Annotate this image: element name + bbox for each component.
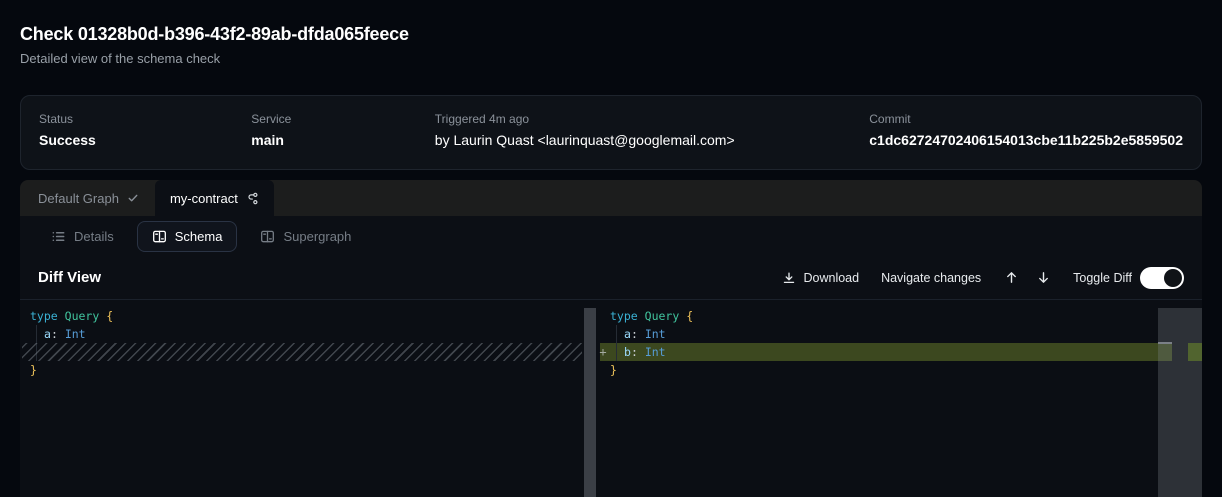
token-colon: : [631,327,638,341]
token-colon: : [51,327,58,341]
check-summary-card: Status Success Service main Triggered 4m… [20,95,1202,170]
toggle-diff-label: Toggle Diff [1073,271,1132,285]
page-header: Check 01328b0d-b396-43f2-89ab-dfda065fee… [20,22,409,66]
page-title: Check 01328b0d-b396-43f2-89ab-dfda065fee… [20,22,409,46]
graph-tabbar: Default Graph my-contract [20,180,1202,216]
token-field: a [44,327,51,341]
diff-header: Diff View Download Navigate changes Togg… [20,256,1202,300]
code-line-added: b: Int [600,343,1202,361]
check-icon [127,192,139,204]
graph-tab-default-label: Default Graph [38,191,119,206]
diff-pane-after[interactable]: type Query { a: Int b: Int } [600,300,1202,497]
tab-details[interactable]: Details [38,221,127,252]
tab-details-label: Details [74,229,114,244]
commit-label: Commit [869,111,1183,127]
token-field: a [624,327,631,341]
ruler-thumb-line [1158,342,1172,344]
token-keyword: type [30,309,58,323]
service-label: Service [251,111,435,127]
token-brace-open: { [686,309,693,323]
triggered-value: by Laurin Quast <laurinquast@googlemail.… [435,131,869,149]
code-line: type Query { [20,307,596,325]
code-line: type Query { [600,307,1202,325]
summary-triggered: Triggered 4m ago by Laurin Quast <laurin… [435,111,869,149]
columns-icon [152,229,167,244]
token-scalar: Int [65,327,86,341]
summary-service: Service main [251,111,435,149]
code-line: a: Int [600,325,1202,343]
graph-tab-contract[interactable]: my-contract [155,180,274,216]
arrow-down-icon [1036,270,1051,285]
summary-status: Status Success [39,111,251,149]
added-change-marker [1188,343,1202,361]
commit-value: c1dc62724702406154013cbe11b225b2e5859502 [869,131,1183,149]
schema-diff-editor: type Query { a: Int } + type Query { a: … [20,300,1202,497]
service-value: main [251,131,435,149]
diff-placeholder-hatch [22,343,582,361]
scrollbar[interactable] [584,308,596,497]
tab-schema-label: Schema [175,229,223,244]
added-line-plus-sign: + [596,343,610,361]
graph-tab-default[interactable]: Default Graph [20,180,155,216]
diff-view-heading: Diff View [38,269,101,286]
navigate-changes-label: Navigate changes [881,271,981,285]
page-subtitle: Detailed view of the schema check [20,51,409,66]
token-colon: : [631,345,638,359]
toggle-thumb [1164,269,1182,287]
summary-commit: Commit c1dc62724702406154013cbe11b225b2e… [869,111,1183,149]
tab-schema[interactable]: Schema [137,221,238,252]
view-tabs: Details Schema Supergraph [20,216,1202,256]
token-brace-close: } [610,363,617,377]
download-icon [782,271,796,285]
token-field: b [624,345,631,359]
arrow-up-icon [1004,270,1019,285]
token-keyword: type [610,309,638,323]
graph-tab-contract-label: my-contract [170,191,238,206]
scrollbar-overview-ruler[interactable] [1158,308,1202,497]
token-brace-open: { [106,309,113,323]
list-icon [51,229,66,244]
diff-toolbar: Download Navigate changes Toggle Diff [782,266,1184,290]
columns-icon [260,229,275,244]
download-label: Download [803,271,859,285]
check-detail-panel: Details Schema Supergraph Diff View Down… [20,216,1202,497]
token-brace-close: } [30,363,37,377]
contract-icon [246,192,259,205]
previous-change-button[interactable] [999,266,1023,290]
toggle-diff-switch[interactable] [1140,267,1184,289]
code-line: } [600,361,1202,379]
tab-supergraph[interactable]: Supergraph [247,221,364,252]
download-button[interactable]: Download [782,271,859,285]
token-type-name: Query [65,309,100,323]
triggered-label: Triggered 4m ago [435,111,869,127]
status-label: Status [39,111,251,127]
next-change-button[interactable] [1031,266,1055,290]
token-type-name: Query [645,309,680,323]
tab-supergraph-label: Supergraph [283,229,351,244]
status-value: Success [39,131,251,149]
token-scalar: Int [645,345,666,359]
code-line: a: Int [20,325,596,343]
diff-pane-before[interactable]: type Query { a: Int } [20,300,596,497]
code-line: } [20,361,596,379]
token-scalar: Int [645,327,666,341]
